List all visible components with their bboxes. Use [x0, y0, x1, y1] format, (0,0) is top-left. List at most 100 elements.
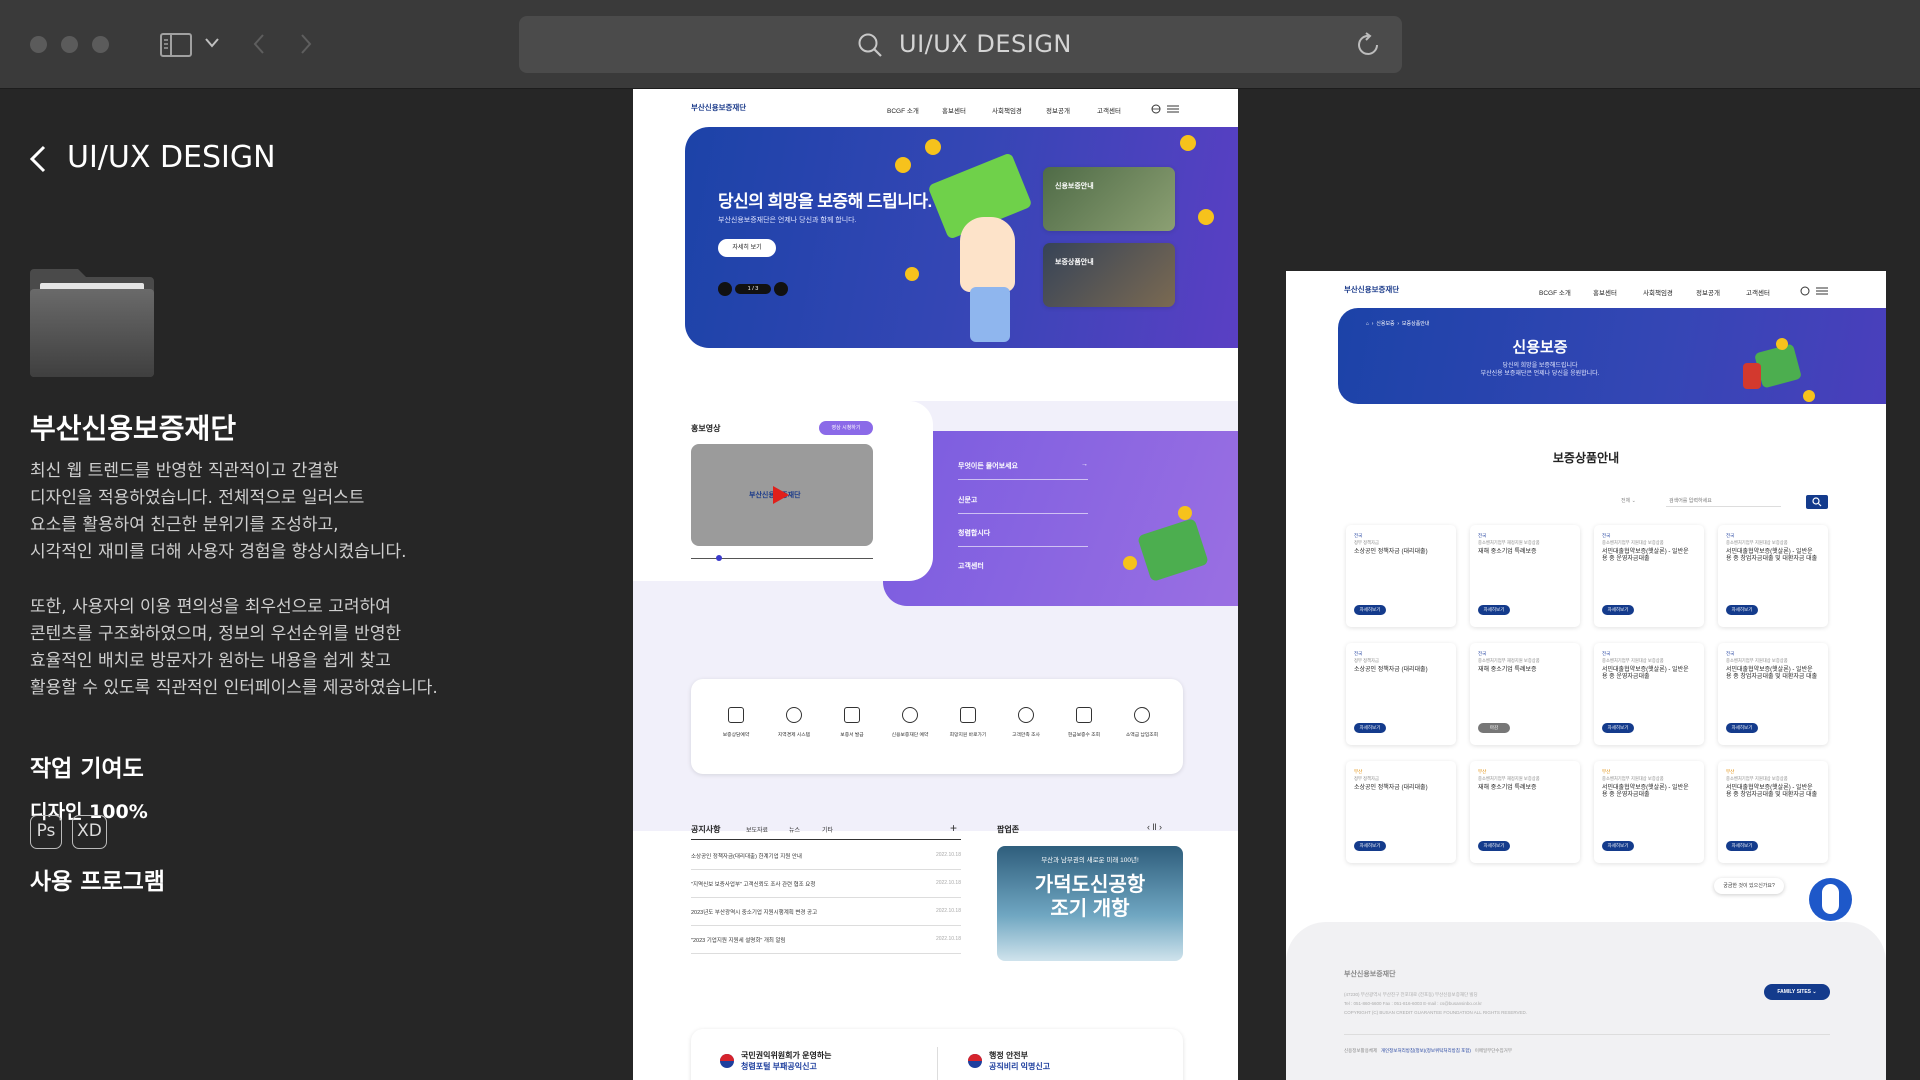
product-card[interactable]: 전국 정부 정책자금 소상공인 정책자금 (대리대출) 자세히보기 [1346, 643, 1456, 745]
contribution-heading: 작업 기여도 [30, 756, 144, 782]
report-left-line2[interactable]: 청렴포털 부패공익신고 [741, 1061, 817, 1072]
product-card[interactable]: 부산 중소벤처기업부 재정지원 보증상품 재해 중소기업 특례보증 자세히보기 [1470, 761, 1580, 863]
footer-link[interactable]: 이메일무단수집거부 [1475, 1048, 1512, 1053]
service-label: 보증상담예약 [722, 733, 750, 738]
popup-banner-gadeokdo[interactable]: 부산과 남부권의 새로운 미래 100년! 가덕도신공항 조기 개항 [997, 846, 1183, 961]
product-detail-button[interactable]: 자세히보기 [1602, 841, 1634, 851]
service-item[interactable]: 지역경제 시스템 [769, 707, 819, 738]
globe-icon[interactable] [1151, 104, 1161, 114]
product-detail-button[interactable]: 마감 [1478, 723, 1510, 733]
notice-tab[interactable]: 기타 [822, 825, 833, 834]
product-card[interactable]: 전국 정부 정책자금 소상공인 정책자금 (대리대출) 자세히보기 [1346, 525, 1456, 627]
product-category: 정부 정책자금 [1354, 658, 1379, 663]
hero-card-products[interactable]: 보증상품안내 [1043, 243, 1175, 307]
service-item[interactable]: 보증서 발급 [827, 707, 877, 738]
notice-row[interactable]: 2023년도 부산광역시 중소기업 지원시행계획 변경 공고 2022.10.18 [691, 898, 961, 926]
footer-link[interactable]: 신용정보활용체제 [1344, 1048, 1377, 1053]
mock1-nav-item[interactable]: 사회책임경 [992, 105, 1022, 115]
service-item[interactable]: 고객만족 조사 [1001, 707, 1051, 738]
breadcrumb[interactable]: ⌂ › 신용보증 › 보증상품안내 [1366, 320, 1430, 327]
address-bar[interactable]: UI/UX DESIGN [519, 16, 1402, 73]
notice-row[interactable]: "지역신보 보증사업부" 고객신뢰도 조사 관련 협조 요청 2022.10.18 [691, 870, 961, 898]
quick-link[interactable]: 청렴합시다 [958, 528, 1088, 547]
mockup-main-page[interactable]: 부산신용보증재단 BCGF 소개 홍보센터 사회책임경 정보공개 고객센터 당신… [633, 89, 1238, 1080]
sidebar-toggle-icon[interactable] [160, 33, 192, 57]
forward-nav-icon[interactable] [300, 34, 312, 54]
product-detail-button[interactable]: 자세히보기 [1602, 723, 1634, 733]
product-detail-button[interactable]: 자세히보기 [1726, 723, 1758, 733]
product-card[interactable]: 부산 중소벤처기업부 지원대상 보증상품 서민대출협약보증(햇살론) - 일반운용 … [1594, 761, 1704, 863]
product-detail-button[interactable]: 자세히보기 [1478, 605, 1510, 615]
search-button[interactable] [1806, 495, 1828, 509]
service-item[interactable]: 현금보증수 조회 [1059, 707, 1109, 738]
chevron-down-icon[interactable] [205, 38, 219, 48]
product-detail-button[interactable]: 자세히보기 [1726, 605, 1758, 615]
chatbot-button[interactable] [1809, 878, 1852, 921]
hero-detail-button[interactable]: 자세히 보기 [718, 239, 776, 257]
quick-link[interactable]: 신문고 [958, 495, 1088, 514]
mock1-nav-item[interactable]: 정보공개 [1046, 105, 1070, 115]
mock2-nav-item[interactable]: 고객센터 [1746, 287, 1770, 297]
mock1-nav-item[interactable]: 고객센터 [1097, 105, 1121, 115]
service-item[interactable]: 희망지원 바로가기 [943, 707, 993, 738]
service-item[interactable]: 소액금 납입조회 [1117, 707, 1167, 738]
product-detail-button[interactable]: 자세히보기 [1354, 605, 1386, 615]
product-detail-button[interactable]: 자세히보기 [1726, 841, 1758, 851]
product-detail-button[interactable]: 자세히보기 [1478, 841, 1510, 851]
product-card[interactable]: 전국 중소벤처기업부 재정지원 보증상품 재해 중소기업 특례보증 자세히보기 [1470, 525, 1580, 627]
footer-link[interactable]: 개인정보처리방침(정보)(정보위탁처리방침 포함) [1381, 1048, 1471, 1053]
notice-tab[interactable]: 보도자료 [746, 825, 768, 834]
product-card[interactable]: 전국 중소벤처기업부 지원대상 보증상품 서민대출협약보증(햇살론) - 일반운용 … [1594, 643, 1704, 745]
close-window-button[interactable] [30, 36, 47, 53]
promo-video-player[interactable]: 부산신용보증재단 [691, 444, 873, 546]
notice-row[interactable]: 소상공인 정책자금(대리대출) 한계기업 지원 안내 2022.10.18 [691, 842, 961, 870]
quick-link[interactable]: 무엇이든 물어보세요 → [958, 461, 1088, 480]
product-card[interactable]: 전국 중소벤처기업부 지원대상 보증상품 서민대출협약보증(햇살론) - 일반운용 … [1718, 643, 1828, 745]
hero-prev-button[interactable] [718, 282, 732, 296]
reload-icon[interactable] [1356, 32, 1382, 58]
quick-link[interactable]: 고객센터 [958, 561, 1088, 571]
globe-icon[interactable] [1800, 286, 1810, 296]
notice-tab[interactable]: 뉴스 [789, 825, 800, 834]
product-card[interactable]: 전국 중소벤처기업부 지원대상 보증상품 서민대출협약보증(햇살론) - 일반운용 … [1718, 525, 1828, 627]
mock1-nav-item[interactable]: 홍보센터 [942, 105, 966, 115]
product-card[interactable]: 전국 중소벤처기업부 재정지원 보증상품 재해 중소기업 특례보증 마감 [1470, 643, 1580, 745]
product-card[interactable]: 부산 중소벤처기업부 지원대상 보증상품 서민대출협약보증(햇살론) - 일반운용 … [1718, 761, 1828, 863]
notice-more-button[interactable]: + [950, 821, 957, 835]
product-card[interactable]: 전국 중소벤처기업부 지원대상 보증상품 서민대출협약보증(햇살론) - 일반운용 … [1594, 525, 1704, 627]
product-detail-button[interactable]: 자세히보기 [1354, 841, 1386, 851]
promo-watch-button[interactable]: 영상 시청하기 [819, 421, 873, 435]
mock2-nav-item[interactable]: 사회책임경 [1643, 287, 1673, 297]
mock2-nav-item[interactable]: 홍보센터 [1593, 287, 1617, 297]
back-arrow-icon[interactable] [29, 145, 47, 173]
mock2-nav-item[interactable]: BCGF 소개 [1539, 287, 1571, 297]
back-nav-icon[interactable] [253, 34, 265, 54]
mock2-nav-item[interactable]: 정보공개 [1696, 287, 1720, 297]
notice-row[interactable]: "2023 기업지원 지원세 설명회" 개최 알림 2022.10.18 [691, 926, 961, 954]
hero-card-guarantee[interactable]: 신용보증안내 [1043, 167, 1175, 231]
hero-next-button[interactable] [774, 282, 788, 296]
play-icon[interactable] [773, 486, 789, 504]
page-title[interactable]: UI/UX DESIGN [67, 140, 276, 175]
product-card[interactable]: 부산 정부 정책자금 소상공인 정책자금 (대리대출) 자세히보기 [1346, 761, 1456, 863]
mock1-nav-item[interactable]: BCGF 소개 [887, 105, 919, 115]
service-item[interactable]: 신용보증재단 예약 [885, 707, 935, 738]
category-select[interactable]: 전체 ⌄ [1621, 497, 1661, 508]
mockup-products-page[interactable]: 부산신용보증재단 BCGF 소개 홍보센터 사회책임경 정보공개 고객센터 ⌂ … [1286, 271, 1886, 1080]
menu-icon[interactable] [1816, 287, 1828, 295]
project-name: 부산신용보증재단 [30, 412, 237, 445]
product-detail-button[interactable]: 자세히보기 [1354, 723, 1386, 733]
report-right-line2[interactable]: 공직비리 익명신고 [989, 1061, 1050, 1072]
popup-controls[interactable]: ‹ ll › [1147, 822, 1162, 832]
product-region-tag: 전국 [1602, 533, 1611, 538]
video-progress-handle[interactable] [716, 555, 722, 561]
minimize-window-button[interactable] [61, 36, 78, 53]
product-search-input[interactable] [1666, 495, 1781, 507]
family-sites-select[interactable]: FAMILY SITES ⌄ [1764, 984, 1830, 1000]
notice-tab-active[interactable]: 공지사항 [691, 824, 720, 835]
product-detail-button[interactable]: 자세히보기 [1602, 605, 1634, 615]
zoom-window-button[interactable] [92, 36, 109, 53]
hand-illustration [960, 217, 1015, 292]
menu-icon[interactable] [1167, 105, 1179, 113]
service-item[interactable]: 보증상담예약 [711, 707, 761, 738]
